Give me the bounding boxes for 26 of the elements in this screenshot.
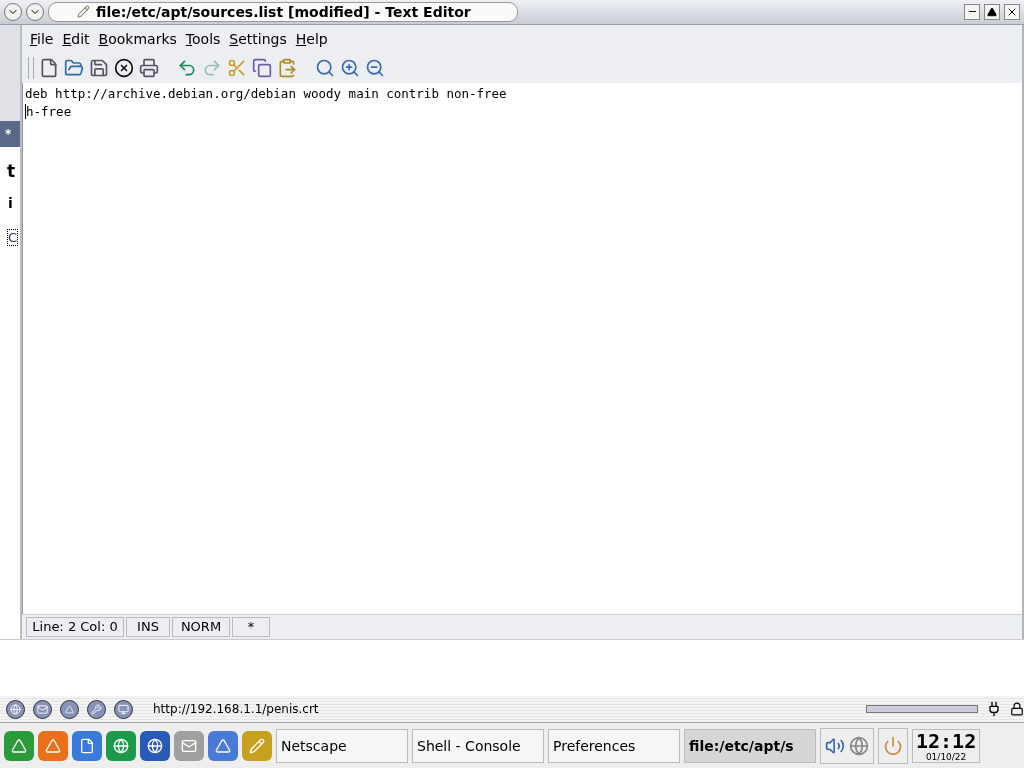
menu-item[interactable]: Bookmarks bbox=[98, 30, 177, 47]
clock[interactable]: 12:12 01/10/22 bbox=[912, 728, 981, 763]
clock-time: 12:12 bbox=[916, 729, 977, 752]
text-area[interactable]: deb http://archive.debian.org/debian woody main contrib non-free h-free bbox=[22, 82, 1022, 614]
status-field: * bbox=[232, 616, 270, 637]
status-field: NORM bbox=[172, 616, 230, 637]
menu-item[interactable]: Settings bbox=[229, 30, 287, 47]
taskbar-button[interactable]: Netscape bbox=[276, 728, 408, 763]
taskbar-button[interactable]: Preferences bbox=[548, 728, 680, 763]
link[interactable]: C bbox=[7, 228, 19, 246]
status-field: INS bbox=[126, 616, 170, 637]
clock-date: 01/10/22 bbox=[925, 751, 967, 762]
window-title: file:/etc/apt/sources.list [modified] - Text Editor bbox=[96, 3, 471, 20]
taskbar-button[interactable]: file:/etc/apt/s bbox=[684, 728, 816, 763]
status-url: http://192.168.1.1/penis.crt bbox=[153, 702, 320, 717]
text-line: h-free bbox=[25, 102, 73, 121]
tab-label[interactable]: * bbox=[0, 120, 20, 147]
menu-item[interactable]: Tools bbox=[185, 30, 221, 47]
text-line: deb http://archive.debian.org/debian woody main contrib non-free bbox=[25, 84, 508, 103]
taskbar-button[interactable]: Shell - Console bbox=[412, 728, 544, 763]
menu-item[interactable]: File bbox=[30, 30, 54, 47]
status-field: Line: 2 Col: 0 bbox=[26, 616, 124, 637]
heading-text: t bbox=[6, 160, 17, 181]
menu-item[interactable]: Help bbox=[295, 30, 328, 47]
body-text: i bbox=[7, 194, 14, 211]
menu-item[interactable]: Edit bbox=[62, 30, 90, 47]
